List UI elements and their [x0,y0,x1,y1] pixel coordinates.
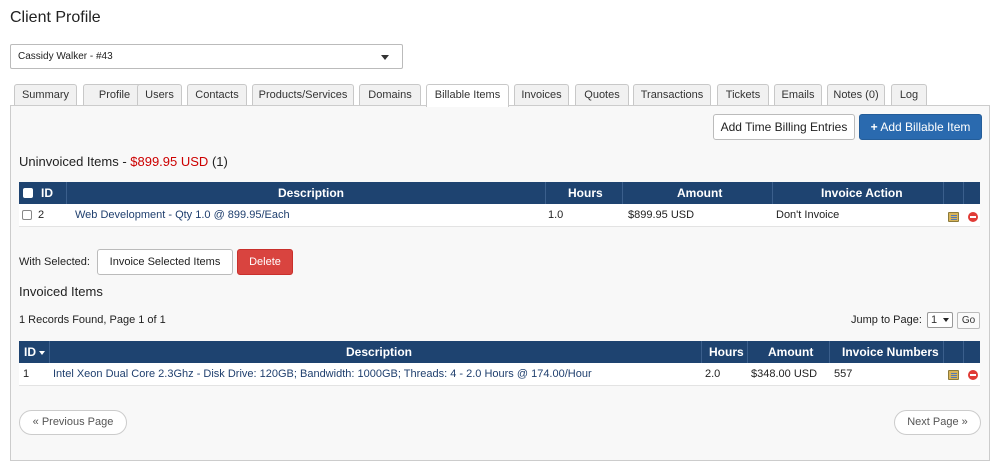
tab-emails[interactable]: Emails [774,84,822,106]
plus-icon: + [870,120,878,134]
billable-items-panel: Add Time Billing Entries + Add Billable … [10,105,990,461]
column-separator [943,341,944,363]
column-separator [772,182,773,204]
page-select-value: 1 [931,314,938,326]
column-hours: Hours [709,345,744,359]
records-found-text: 1 Records Found, Page 1 of 1 [19,314,166,326]
edit-icon[interactable] [948,212,959,222]
column-id-sort[interactable]: ID [24,341,45,363]
delete-icon[interactable] [968,370,978,380]
column-separator [49,341,50,363]
tab-tickets[interactable]: Tickets [717,84,769,106]
select-all-checkbox[interactable] [23,188,33,198]
column-separator [66,182,67,204]
sort-desc-icon [39,351,45,355]
column-invoice-numbers: Invoice Numbers [842,345,939,359]
add-billable-item-button[interactable]: + Add Billable Item [859,114,982,140]
page-title: Client Profile [10,9,101,26]
uninvoiced-title-text: Uninvoiced Items - [19,154,131,169]
tab-notes[interactable]: Notes (0) [827,84,885,106]
tab-transactions[interactable]: Transactions [633,84,711,106]
client-selector-value: Cassidy Walker - #43 [18,51,113,62]
table-row: 1 Intel Xeon Dual Core 2.3Ghz - Disk Dri… [19,363,980,386]
column-id: ID [41,186,53,200]
column-description: Description [278,186,345,200]
column-separator [701,341,702,363]
column-separator [963,341,964,363]
row-id: 2 [38,209,45,221]
uninvoiced-title: Uninvoiced Items - $899.95 USD (1) [19,154,228,169]
next-page-button[interactable]: Next Page » [894,410,981,435]
jump-to-page-label: Jump to Page: [851,314,922,326]
column-amount: Amount [677,186,723,200]
tab-contacts[interactable]: Contacts [187,84,247,106]
tab-domains[interactable]: Domains [359,84,421,106]
tab-invoices[interactable]: Invoices [514,84,569,106]
column-separator [963,182,964,204]
table-row: 2 Web Development - Qty 1.0 @ 899.95/Eac… [19,204,980,227]
column-separator [829,341,830,363]
row-description-link[interactable]: Intel Xeon Dual Core 2.3Ghz - Disk Drive… [53,363,592,386]
row-checkbox[interactable] [22,210,32,220]
row-invoice-numbers: 557 [834,368,853,380]
previous-page-button[interactable]: « Previous Page [19,410,127,435]
client-selector[interactable]: Cassidy Walker - #43 [10,44,403,69]
invoice-selected-button[interactable]: Invoice Selected Items [97,249,233,275]
delete-icon[interactable] [968,212,978,222]
column-amount: Amount [768,345,814,359]
invoiced-title: Invoiced Items [19,284,103,299]
page-select[interactable]: 1 [927,312,953,328]
row-hours: 2.0 [705,368,721,380]
tab-quotes[interactable]: Quotes [575,84,629,106]
row-description-link[interactable]: Web Development - Qty 1.0 @ 899.95/Each [75,204,290,227]
add-billable-item-label: Add Billable Item [880,120,971,134]
delete-button[interactable]: Delete [237,249,293,275]
chevron-down-icon [381,55,389,60]
tab-log[interactable]: Log [891,84,927,106]
row-amount: $899.95 USD [628,209,695,221]
column-separator [943,182,944,204]
with-selected-label: With Selected: [19,256,90,268]
uninvoiced-table-header: ID Description Hours Amount Invoice Acti… [19,182,980,204]
add-time-billing-button[interactable]: Add Time Billing Entries [713,114,855,140]
column-separator [545,182,546,204]
row-id: 1 [23,368,30,380]
row-amount: $348.00 USD [751,368,818,380]
chevron-down-icon [943,318,949,322]
tab-summary[interactable]: Summary [14,84,77,106]
column-description: Description [346,345,413,359]
column-id-label: ID [24,345,36,359]
column-invoice-action: Invoice Action [821,186,903,200]
row-hours: 1.0 [548,209,564,221]
column-hours: Hours [568,186,603,200]
uninvoiced-amount: $899.95 USD [130,154,209,169]
column-separator [622,182,623,204]
row-invoice-action: Don't Invoice [776,209,840,221]
tab-products-services[interactable]: Products/Services [252,84,354,106]
go-button[interactable]: Go [957,312,980,329]
invoiced-table-header: ID Description Hours Amount Invoice Numb… [19,341,980,363]
column-separator [747,341,748,363]
uninvoiced-count: (1) [211,154,228,169]
tab-billable-items[interactable]: Billable Items [426,84,509,107]
tab-users[interactable]: Users [137,84,182,106]
edit-icon[interactable] [948,370,959,380]
